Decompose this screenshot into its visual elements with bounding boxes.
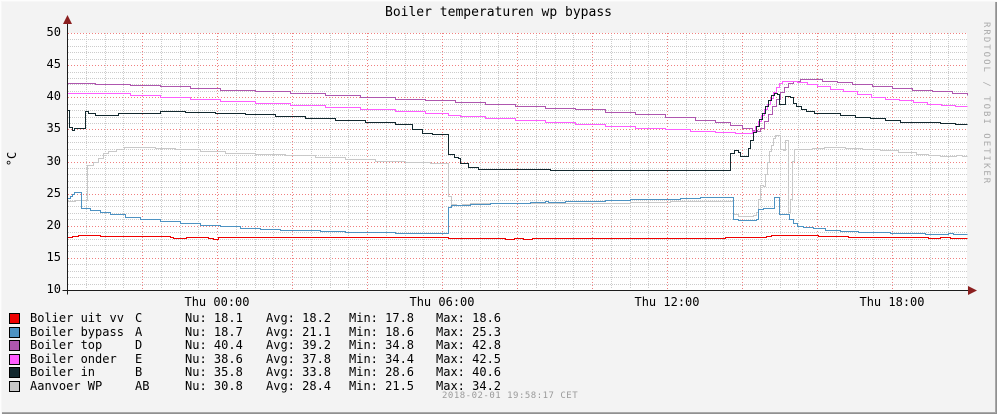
legend-row: Bolier uit vv C Nu: 18.1 Avg: 18.2 Min: 17.8… <box>0 312 997 326</box>
legend-stat: Min: 34.8 <box>349 338 415 352</box>
y-axis-unit-label: °C <box>5 151 19 167</box>
y-tick-label: 20 <box>46 218 61 232</box>
x-tick-label: Thu 00:00 <box>184 295 250 309</box>
legend-stat: Nu: 35.8 <box>185 365 243 379</box>
y-tick-label: 40 <box>46 89 61 103</box>
legend-stat: Avg: 28.4 <box>266 379 332 393</box>
legend-stat: Avg: 39.2 <box>266 338 332 352</box>
legend-stat: Max: 42.8 <box>436 338 502 352</box>
y-tick-label: 25 <box>46 186 61 200</box>
legend-series-code: B <box>135 365 143 379</box>
legend-swatch <box>9 381 20 392</box>
legend-series-name: Aanvoer WP <box>30 379 103 393</box>
legend-stat: Min: 17.8 <box>349 311 415 325</box>
legend-row: Boiler top D Nu: 40.4 Avg: 39.2 Min: 34.8 Max… <box>0 339 997 353</box>
legend-swatch <box>9 340 20 351</box>
legend-stat: Avg: 33.8 <box>266 365 332 379</box>
y-tick-label: 35 <box>46 121 61 135</box>
y-tick-label: 30 <box>46 154 61 168</box>
footer-timestamp: 2018-02-01 19:58:17 CET <box>442 391 579 401</box>
legend-stat: Nu: 30.8 <box>185 379 243 393</box>
legend-stat: Nu: 18.1 <box>185 311 243 325</box>
x-tick-label: Thu 18:00 <box>859 295 925 309</box>
legend-swatch <box>9 367 20 378</box>
legend-series-code: D <box>135 338 143 352</box>
legend-stat: Min: 21.5 <box>349 379 415 393</box>
legend-series-code: AB <box>135 379 150 393</box>
chart-title: Boiler temperaturen wp bypass <box>385 5 612 20</box>
y-tick-label: 50 <box>46 25 61 39</box>
legend-series-code: C <box>135 311 143 325</box>
x-axis-arrow-icon <box>968 286 977 295</box>
y-tick-label: 45 <box>46 57 61 71</box>
x-tick-label: Thu 12:00 <box>634 295 700 309</box>
legend-series-name: Boiler in <box>30 365 96 379</box>
legend-stat: Max: 40.6 <box>436 365 502 379</box>
y-tick-label: 15 <box>46 250 61 264</box>
legend-stat: Max: 18.6 <box>436 311 502 325</box>
legend-row: Boiler in B Nu: 35.8 Avg: 33.8 Min: 28.6 Max:… <box>0 366 997 380</box>
legend-swatch <box>9 354 20 365</box>
legend-swatch <box>9 313 20 324</box>
rrdtool-watermark: RRDTOOL / TOBI OETIKER <box>981 22 991 186</box>
rrdtool-graph: Boiler temperaturen wp bypass °C 50 45 40 3… <box>0 0 997 414</box>
x-tick-label: Thu 06:00 <box>409 295 475 309</box>
legend-stat: Avg: 18.2 <box>266 311 332 325</box>
legend-swatch <box>9 327 20 338</box>
legend-series-name: Boiler top <box>30 338 103 352</box>
y-tick-label: 10 <box>46 282 61 296</box>
legend-stat: Min: 28.6 <box>349 365 415 379</box>
legend-series-name: Bolier uit vv <box>30 311 124 325</box>
legend-stat: Nu: 40.4 <box>185 338 243 352</box>
